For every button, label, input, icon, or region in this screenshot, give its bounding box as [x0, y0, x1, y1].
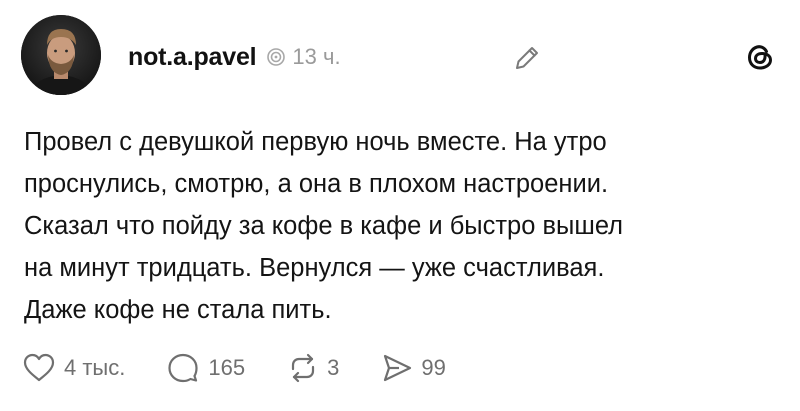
post-body: Провел с девушкой первую ночь вместе. На… — [24, 121, 764, 331]
repost-icon — [291, 353, 315, 383]
share-count: 99 — [421, 355, 446, 380]
reply-button[interactable]: 165 — [167, 352, 245, 384]
post-text-line: проснулись, смотрю, а она в плохом настр… — [24, 170, 609, 198]
pencil-icon[interactable] — [511, 42, 543, 74]
repost-count: 3 — [327, 355, 340, 380]
threads-logo[interactable] — [744, 41, 776, 73]
send-icon — [384, 354, 412, 382]
profile-photo — [21, 15, 101, 95]
reply-count: 165 — [208, 355, 246, 380]
post-header: not.a.pavel 13 ч. — [128, 42, 341, 72]
thread-post: not.a.pavel 13 ч. Провел с девушкой перв… — [0, 0, 800, 411]
avatar[interactable] — [21, 15, 101, 95]
action-bar: 4 тыс. 165 3 99 — [22, 350, 488, 386]
post-text-line: Сказал что пойду за кофе в кафе и быстро… — [24, 212, 624, 240]
like-count: 4 тыс. — [64, 355, 126, 380]
username[interactable]: not.a.pavel — [128, 43, 257, 72]
comment-icon — [168, 353, 198, 383]
post-text-line: Даже кофе не стала пить. — [24, 296, 332, 324]
heart-icon — [23, 353, 55, 382]
share-button[interactable]: 99 — [381, 352, 446, 384]
post-text-line: на минут тридцать. Вернулся — уже счастл… — [24, 254, 605, 282]
like-button[interactable]: 4 тыс. — [22, 352, 125, 384]
post-text-line: Провел с девушкой первую ночь вместе. На… — [24, 128, 607, 156]
repost-button[interactable]: 3 — [287, 352, 339, 384]
post-timestamp: 13 ч. — [292, 44, 341, 69]
visibility-icon — [266, 47, 286, 67]
